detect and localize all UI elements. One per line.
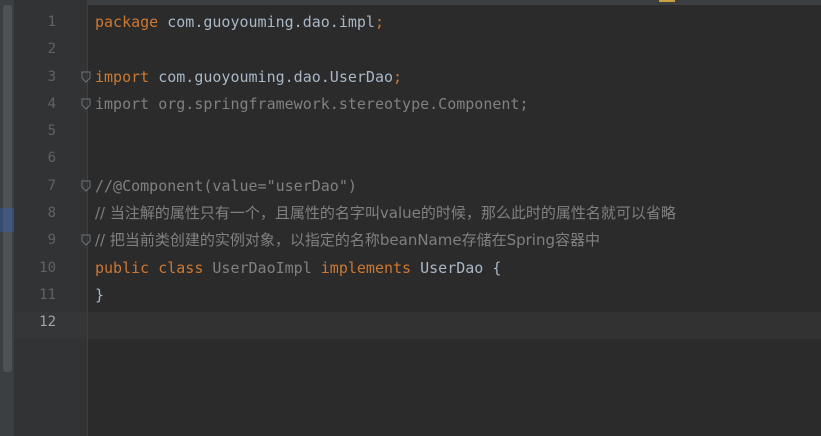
code-token: //@Component(value="userDao") (95, 176, 357, 195)
code-token: // 把当前类创建的实例对象，以指定的名称beanName存储在Spring容器… (95, 231, 600, 250)
warning-icon[interactable] (659, 0, 675, 2)
code-token: class (158, 258, 213, 277)
code-text[interactable]: // 把当前类创建的实例对象，以指定的名称beanName存储在Spring容器… (95, 227, 600, 254)
code-token: // 当注解的属性只有一个，且属性的名字叫value的时候，那么此时的属性名就可… (95, 204, 676, 223)
fold-marker-icon[interactable] (81, 71, 93, 84)
code-line[interactable]: 3 import com.guoyouming.dao.UserDao; (0, 64, 821, 91)
line-number[interactable]: 5 (14, 118, 56, 145)
code-token: ; (393, 67, 403, 86)
code-line[interactable]: 5 (0, 118, 821, 145)
code-line[interactable]: 1 package com.guoyouming.dao.impl; (0, 9, 821, 36)
line-number[interactable]: 6 (14, 145, 56, 172)
code-text[interactable]: //@Component(value="userDao") (95, 173, 357, 200)
code-token: public (95, 258, 159, 277)
code-line[interactable]: 7 //@Component(value="userDao") (0, 173, 821, 200)
code-text[interactable]: } (95, 282, 104, 309)
code-token: org.springframework.stereotype.Component (158, 94, 520, 113)
fold-marker-icon[interactable] (81, 180, 93, 193)
code-editor[interactable]: 1 package com.guoyouming.dao.impl; 2 3 impor… (0, 9, 821, 337)
code-token: implements (320, 258, 421, 277)
code-token: ; (519, 94, 529, 113)
line-number[interactable]: 8 (14, 200, 56, 227)
code-line[interactable]: 12 (0, 309, 821, 336)
code-text[interactable]: package com.guoyouming.dao.impl; (95, 9, 384, 36)
code-line[interactable]: 8 // 当注解的属性只有一个，且属性的名字叫value的时候，那么此时的属性名就… (0, 200, 821, 227)
code-token: com.guoyouming.dao.UserDao (158, 67, 394, 86)
code-line[interactable]: 6 (0, 145, 821, 172)
code-token: { (492, 258, 502, 277)
line-number[interactable]: 3 (14, 64, 56, 91)
line-number[interactable]: 2 (14, 36, 56, 63)
fold-marker-icon[interactable] (81, 98, 93, 111)
code-text[interactable]: public class UserDaoImpl implements User… (95, 255, 501, 282)
code-token: import (95, 67, 159, 86)
line-number[interactable]: 11 (14, 282, 56, 309)
tab-bar-strip (0, 0, 821, 5)
code-token: UserDaoImpl (212, 258, 321, 277)
code-token: package (95, 13, 168, 31)
code-token: import (95, 94, 159, 113)
line-number[interactable]: 1 (14, 9, 56, 36)
line-number[interactable]: 12 (14, 309, 56, 336)
code-line[interactable]: 9 // 把当前类创建的实例对象，以指定的名称beanName存储在Spring容… (0, 227, 821, 254)
code-line[interactable]: 4 import org.springframework.stereotype.C… (0, 91, 821, 118)
code-text[interactable]: import com.guoyouming.dao.UserDao; (95, 64, 402, 91)
line-number[interactable]: 7 (14, 173, 56, 200)
code-line[interactable]: 2 (0, 36, 821, 63)
code-text[interactable]: // 当注解的属性只有一个，且属性的名字叫value的时候，那么此时的属性名就可… (95, 200, 676, 227)
line-number[interactable]: 9 (14, 227, 56, 254)
code-token: com.guoyouming.dao.impl (167, 13, 375, 31)
line-number[interactable]: 10 (14, 255, 56, 282)
line-number[interactable]: 4 (14, 91, 56, 118)
code-token: ; (374, 13, 384, 31)
code-text[interactable]: import org.springframework.stereotype.Co… (95, 91, 528, 118)
code-line[interactable]: 11} (0, 282, 821, 309)
code-line[interactable]: 10 public class UserDaoImpl implements Us… (0, 255, 821, 282)
code-token: } (95, 285, 105, 304)
fold-marker-icon[interactable] (81, 234, 93, 247)
code-token: UserDao (420, 258, 493, 277)
